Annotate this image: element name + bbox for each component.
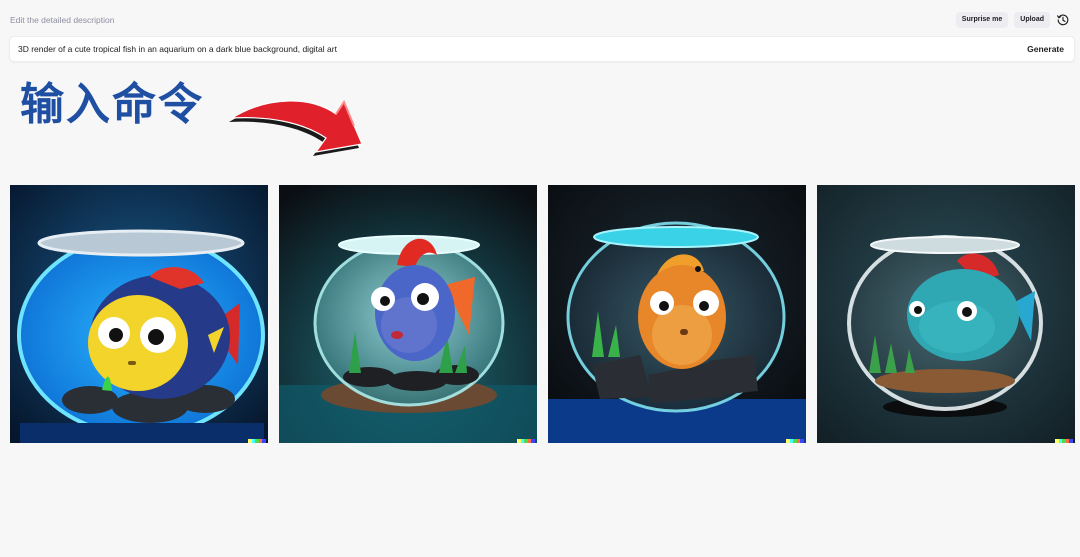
- image-signature: [1055, 439, 1073, 443]
- header-actions: Surprise me Upload: [955, 12, 1070, 28]
- prompt-heading: Edit the detailed description: [10, 15, 115, 25]
- dalle-editor-page: Edit the detailed description Surprise m…: [0, 0, 1080, 557]
- surprise-me-button[interactable]: Surprise me: [955, 12, 1009, 28]
- results-grid: [10, 185, 1075, 443]
- history-clock-icon[interactable]: [1056, 13, 1070, 27]
- image-signature: [248, 439, 266, 443]
- result-image-3[interactable]: [548, 185, 806, 443]
- result-image-2[interactable]: [279, 185, 537, 443]
- prompt-input[interactable]: [10, 37, 1018, 61]
- image-signature: [517, 439, 535, 443]
- result-image-4[interactable]: [817, 185, 1075, 443]
- image-signature: [786, 439, 804, 443]
- generate-button[interactable]: Generate: [1017, 37, 1074, 61]
- upload-button[interactable]: Upload: [1014, 12, 1050, 28]
- prompt-bar: Generate: [10, 37, 1074, 61]
- result-image-1[interactable]: [10, 185, 268, 443]
- red-arrow-icon: [229, 99, 363, 156]
- annotation-text: 输入命令: [20, 79, 204, 130]
